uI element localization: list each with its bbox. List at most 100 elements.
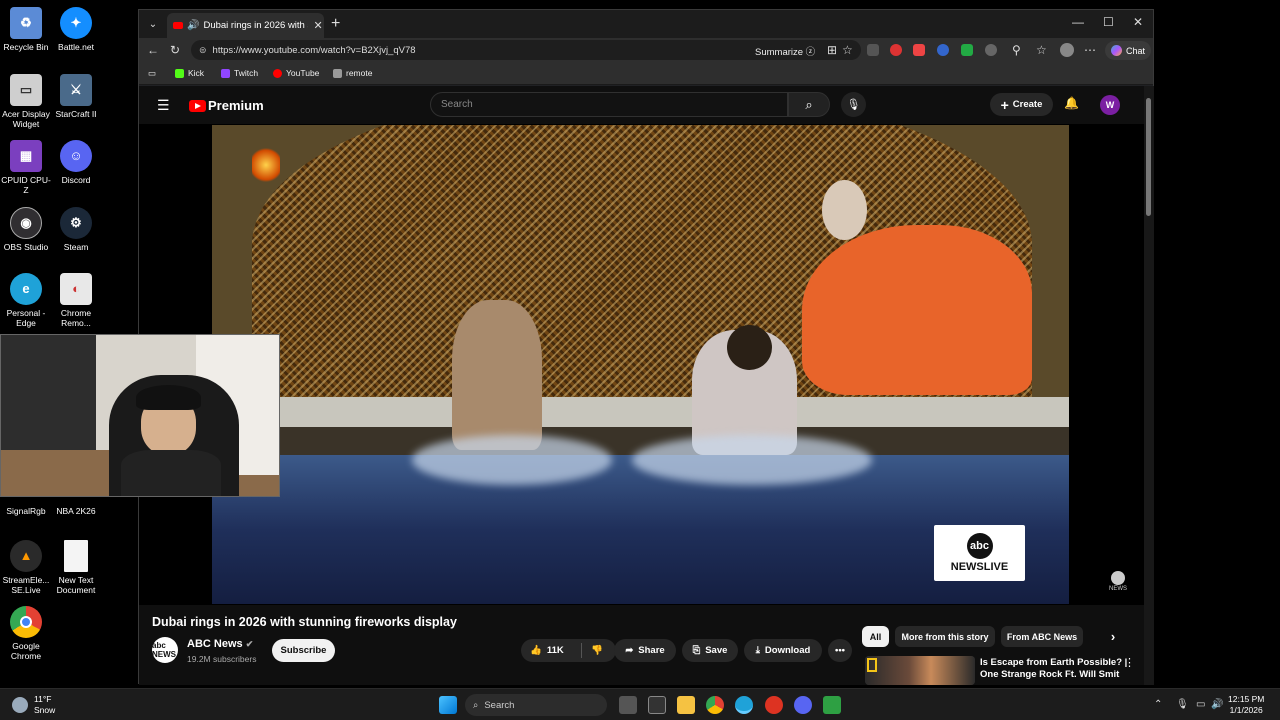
file-explorer-icon[interactable] — [677, 696, 695, 714]
bookmarks-folder-icon[interactable]: ▭ — [148, 68, 156, 79]
bookmark-youtube[interactable]: YouTube — [273, 68, 319, 78]
extensions-puzzle-icon[interactable]: ⚲ — [1012, 43, 1021, 57]
weather-widget[interactable]: 11°F Snow — [12, 694, 55, 716]
volume-icon[interactable]: 🔊 — [1211, 699, 1223, 710]
obs-icon: ◉ — [10, 207, 42, 239]
subscribe-button[interactable]: Subscribe — [272, 639, 335, 662]
desktop-icon-battlenet[interactable]: ✦ Battle.net — [50, 7, 102, 52]
page-scrollbar[interactable] — [1144, 86, 1154, 685]
reader-icon[interactable]: ⊞ — [827, 43, 837, 57]
minimize-icon[interactable]: — — [1072, 15, 1084, 29]
scrollbar-thumb[interactable] — [1146, 98, 1151, 216]
desktop-icon-chrome[interactable]: Google Chrome — [0, 606, 52, 661]
opera-icon[interactable] — [765, 696, 783, 714]
task-view-icon[interactable] — [619, 696, 637, 714]
close-window-icon[interactable]: ✕ — [1133, 15, 1143, 29]
bookmark-twitch[interactable]: Twitch — [221, 68, 258, 78]
tray-chevron-up-icon[interactable]: ⌃ — [1154, 699, 1162, 710]
youtube-premium-logo[interactable]: Premium — [189, 98, 264, 113]
network-icon[interactable]: ▭ — [1196, 699, 1205, 710]
subscriber-count: 19.2M subscribers — [187, 654, 257, 664]
refresh-icon[interactable]: ↻ — [170, 43, 180, 57]
more-actions-button[interactable]: ••• — [828, 639, 852, 662]
desktop-icon-recycle-bin[interactable]: ♻ Recycle Bin — [0, 7, 52, 52]
bookmark-remote[interactable]: remote — [333, 68, 372, 78]
desktop-icon-discord[interactable]: ☺ Discord — [50, 140, 102, 185]
natgeo-frame-icon — [867, 658, 877, 672]
microphone-icon[interactable]: 🎙 — [1176, 699, 1189, 710]
notifications-bell-icon[interactable]: 🔔 — [1064, 96, 1079, 110]
dislike-thumbs-down-icon[interactable]: 👎 — [591, 645, 603, 656]
desktop-icon-text-document[interactable]: New Text Document — [50, 540, 102, 595]
taskbar-clock[interactable]: 12:15 PM 1/1/2026 — [1228, 694, 1264, 716]
search-icon: ⌕ — [473, 699, 479, 711]
tab-actions-chevron-icon[interactable]: ⌄ — [143, 14, 163, 34]
extension-icon[interactable] — [913, 44, 925, 56]
desktop-icon-streamelements[interactable]: ▲ StreamEle... SE.Live — [0, 540, 52, 595]
menu-hamburger-icon[interactable]: ☰ — [157, 97, 170, 114]
profile-icon[interactable] — [1060, 43, 1074, 57]
desktop-icon-starcraft[interactable]: ⚔ StarCraft II — [50, 74, 102, 119]
desktop-icon-cpuz[interactable]: ▦ CPUID CPU-Z — [0, 140, 52, 195]
extension-icon[interactable] — [961, 44, 973, 56]
channel-avatar[interactable]: abc NEWS — [152, 637, 178, 663]
recommendation-more-icon[interactable]: ⋮ — [1124, 656, 1135, 669]
create-button[interactable]: + Create — [990, 93, 1053, 116]
extension-icon[interactable] — [985, 44, 997, 56]
like-button[interactable]: 👍 11K — [530, 645, 564, 656]
chrome-taskbar-icon[interactable] — [706, 696, 724, 714]
desktop-icon-acer-display[interactable]: ▭ Acer Display Widget — [0, 74, 52, 129]
chip-all[interactable]: All — [862, 626, 889, 647]
download-button[interactable]: ⤓ Download — [744, 639, 822, 662]
back-arrow-icon[interactable]: ← — [147, 43, 159, 57]
recommendation-thumbnail[interactable] — [865, 656, 975, 685]
channel-watermark[interactable]: NEWS — [1104, 571, 1132, 592]
extension-icon[interactable] — [937, 44, 949, 56]
taskbar-search-placeholder: Search — [484, 699, 515, 711]
desktop-icon-chrome-remote[interactable]: ◐ Chrome Remo... — [50, 273, 102, 328]
tab-youtube-video[interactable]: 🔊 Dubai rings in 2026 with stunn ✕ — [167, 13, 324, 38]
favorites-icon[interactable]: ☆ — [1036, 43, 1047, 57]
performer-left — [452, 300, 542, 450]
new-tab-icon[interactable]: + — [331, 15, 340, 33]
desktop-icon-edge[interactable]: e Personal - Edge — [0, 273, 52, 328]
desktop-icon-signalrgb[interactable]: SignalRgb — [0, 496, 52, 516]
site-info-icon[interactable]: ⊜ — [199, 45, 207, 56]
chip-more-from-story[interactable]: More from this story — [895, 626, 995, 647]
app-green-icon[interactable] — [823, 696, 841, 714]
recommendation-title[interactable]: Is Escape from Earth Possible? | One Str… — [980, 657, 1130, 681]
bookmark-kick[interactable]: Kick — [175, 68, 204, 78]
youtube-icon — [273, 68, 282, 78]
video-player[interactable]: abc NEWSLIVE NEWS — [139, 124, 1144, 605]
taskbar-search[interactable]: ⌕ Search — [465, 694, 607, 716]
speaker-icon[interactable]: 🔊 — [187, 20, 199, 31]
summarize-button[interactable]: Summarize ⓩ — [755, 44, 815, 58]
share-button[interactable]: ➦ Share — [614, 639, 676, 662]
desktop-icon-steam[interactable]: ⚙ Steam — [50, 207, 102, 252]
chips-next-chevron-icon[interactable]: › — [1105, 626, 1121, 647]
more-menu-icon[interactable]: ⋯ — [1084, 43, 1096, 57]
channel-name[interactable]: ABC News ✔ — [187, 638, 253, 650]
extension-icon[interactable] — [867, 44, 879, 56]
avatar[interactable]: W — [1100, 95, 1120, 115]
app-window-icon[interactable] — [648, 696, 666, 714]
edge-taskbar-icon[interactable] — [735, 696, 753, 714]
video-frame[interactable]: abc NEWSLIVE — [212, 125, 1069, 604]
channel-name-text: ABC News — [187, 638, 243, 650]
search-button[interactable]: ⌕ — [788, 92, 830, 117]
voice-search-mic-icon[interactable]: 🎙 — [841, 92, 866, 117]
save-button[interactable]: ⎘ Save — [682, 639, 738, 662]
chip-from-abc-news[interactable]: From ABC News — [1001, 626, 1083, 647]
windows-start-icon[interactable] — [439, 696, 457, 714]
bookmark-label: remote — [346, 68, 373, 78]
desktop-icon-obs[interactable]: ◉ OBS Studio — [0, 207, 52, 252]
desktop-icon-nba2k[interactable]: NBA 2K26 — [50, 496, 102, 516]
youtube-favicon-icon — [173, 22, 183, 29]
discord-taskbar-icon[interactable] — [794, 696, 812, 714]
favorite-star-icon[interactable]: ☆ — [842, 43, 853, 57]
maximize-icon[interactable]: ☐ — [1103, 15, 1114, 29]
search-input[interactable]: Search — [430, 92, 788, 117]
extension-icon[interactable] — [890, 44, 902, 56]
copilot-chat-button[interactable]: Chat — [1105, 41, 1151, 60]
close-tab-icon[interactable]: ✕ — [313, 19, 322, 32]
